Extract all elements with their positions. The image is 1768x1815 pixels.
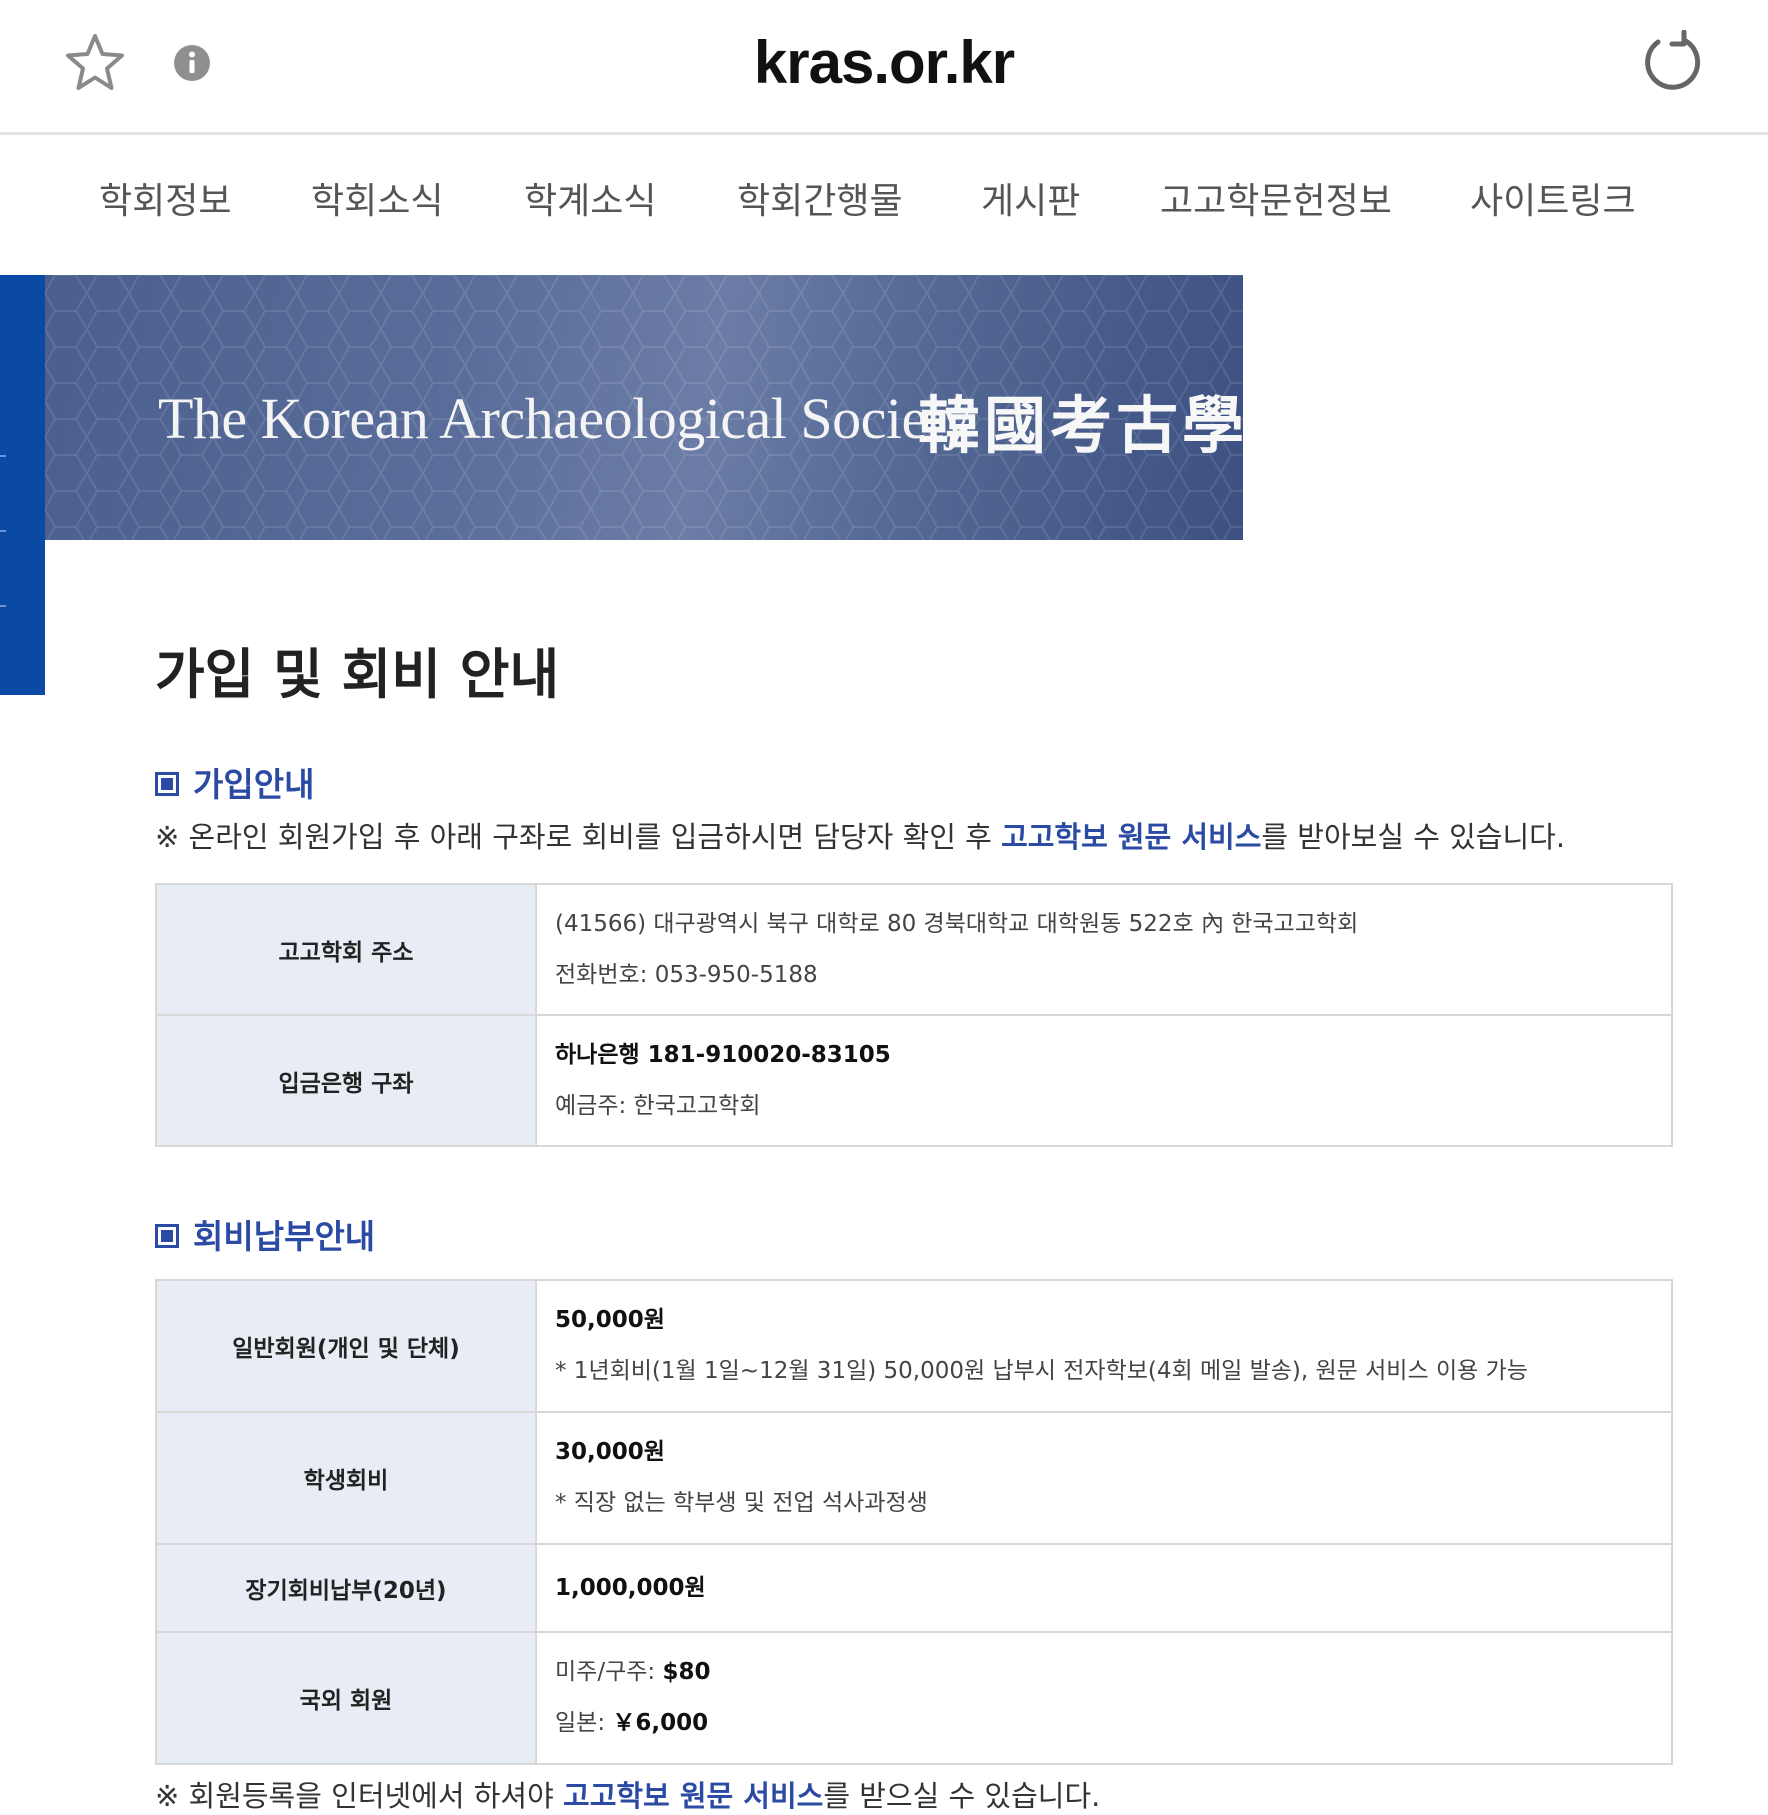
- join-section-title: 가입안내: [155, 758, 314, 806]
- nav-item-society-news[interactable]: 학회소식: [311, 172, 443, 224]
- table-row: 장기회비납부(20년) 1,000,000원: [155, 1543, 1673, 1633]
- nav-item-publications[interactable]: 학회간행물: [737, 172, 903, 224]
- row-value: 1,000,000원: [535, 1543, 1673, 1633]
- row-label: 국외 회원: [155, 1631, 537, 1765]
- original-service-link[interactable]: 고고학보 원문 서비스: [563, 1779, 823, 1813]
- sidebar-strip: [0, 275, 45, 695]
- account-holder-line: 예금주: 한국고고학회: [555, 1092, 761, 1119]
- url-domain[interactable]: kras.or.kr: [0, 28, 1768, 97]
- nav-item-board[interactable]: 게시판: [981, 172, 1080, 224]
- join-note: ※ 온라인 회원가입 후 아래 구좌로 회비를 입금하시면 담당자 확인 후 고…: [155, 820, 1566, 854]
- row-label: 일반회원(개인 및 단체): [155, 1279, 537, 1413]
- row-label: 장기회비납부(20년): [155, 1543, 537, 1633]
- row-value: 30,000원 * 직장 없는 학부생 및 전업 석사과정생: [535, 1411, 1673, 1545]
- nav-item-academic-news[interactable]: 학계소식: [524, 172, 656, 224]
- table-row: 입금은행 구좌 하나은행 181-910020-83105 예금주: 한국고고학…: [155, 1014, 1673, 1147]
- table-row: 일반회원(개인 및 단체) 50,000원 * 1년회비(1월 1일~12월 3…: [155, 1279, 1673, 1413]
- row-value: 하나은행 181-910020-83105 예금주: 한국고고학회: [535, 1014, 1673, 1147]
- nav-item-society-info[interactable]: 학회정보: [99, 172, 231, 224]
- browser-bar: kras.or.kr: [0, 0, 1768, 135]
- banner-english-title: The Korean Archaeological Society: [158, 386, 971, 451]
- overseas-fee-line: 미주/구주: $80: [555, 1659, 711, 1685]
- fees-footer-note: ※ 회원등록을 인터넷에서 하셔야 고고학보 원문 서비스를 받으실 수 있습니…: [155, 1779, 1101, 1813]
- fees-section-title: 회비납부안내: [155, 1210, 375, 1258]
- bank-account-line: 하나은행 181-910020-83105: [555, 1041, 891, 1068]
- row-label: 학생회비: [155, 1411, 537, 1545]
- square-bullet-icon: [155, 771, 179, 796]
- table-row: 국외 회원 미주/구주: $80 일본: ￥6,000: [155, 1631, 1673, 1765]
- row-label: 입금은행 구좌: [155, 1014, 537, 1147]
- table-row: 고고학회 주소 (41566) 대구광역시 북구 대학로 80 경북대학교 대학…: [155, 883, 1673, 1016]
- row-value: 미주/구주: $80 일본: ￥6,000: [535, 1631, 1673, 1765]
- row-label: 고고학회 주소: [155, 883, 537, 1016]
- original-service-link[interactable]: 고고학보 원문 서비스: [1001, 820, 1261, 854]
- fee-note: * 직장 없는 학부생 및 전업 석사과정생: [555, 1490, 928, 1516]
- nav-item-site-links[interactable]: 사이트링크: [1470, 172, 1636, 224]
- main-nav: 학회정보 학회소식 학계소식 학회간행물 게시판 고고학문헌정보 사이트링크: [0, 132, 1768, 252]
- square-bullet-icon: [155, 1223, 179, 1248]
- fee-note: * 1년회비(1월 1일~12월 31일) 50,000원 납부시 전자학보(4…: [555, 1358, 1528, 1384]
- phone-line: 전화번호: 053-950-5188: [555, 961, 818, 988]
- japan-fee-line: 일본: ￥6,000: [555, 1710, 709, 1736]
- banner-hanja-title: 韓國考古學會: [918, 389, 1243, 462]
- fees-table: 일반회원(개인 및 단체) 50,000원 * 1년회비(1월 1일~12월 3…: [155, 1279, 1673, 1765]
- fee-amount: 30,000원: [555, 1439, 665, 1465]
- header-banner: The Korean Archaeological Society 韓國考古學會: [45, 275, 1243, 540]
- nav-item-literature-info[interactable]: 고고학문헌정보: [1160, 172, 1392, 224]
- row-value: (41566) 대구광역시 북구 대학로 80 경북대학교 대학원동 522호 …: [535, 883, 1673, 1016]
- page-title: 가입 및 회비 안내: [155, 643, 560, 706]
- table-row: 학생회비 30,000원 * 직장 없는 학부생 및 전업 석사과정생: [155, 1411, 1673, 1545]
- row-value: 50,000원 * 1년회비(1월 1일~12월 31일) 50,000원 납부…: [535, 1279, 1673, 1413]
- fee-amount: 1,000,000원: [555, 1574, 706, 1601]
- reload-icon[interactable]: [1640, 30, 1704, 94]
- join-info-table: 고고학회 주소 (41566) 대구광역시 북구 대학로 80 경북대학교 대학…: [155, 883, 1673, 1147]
- address-line: (41566) 대구광역시 북구 대학로 80 경북대학교 대학원동 522호 …: [555, 910, 1359, 937]
- fee-amount: 50,000원: [555, 1307, 665, 1333]
